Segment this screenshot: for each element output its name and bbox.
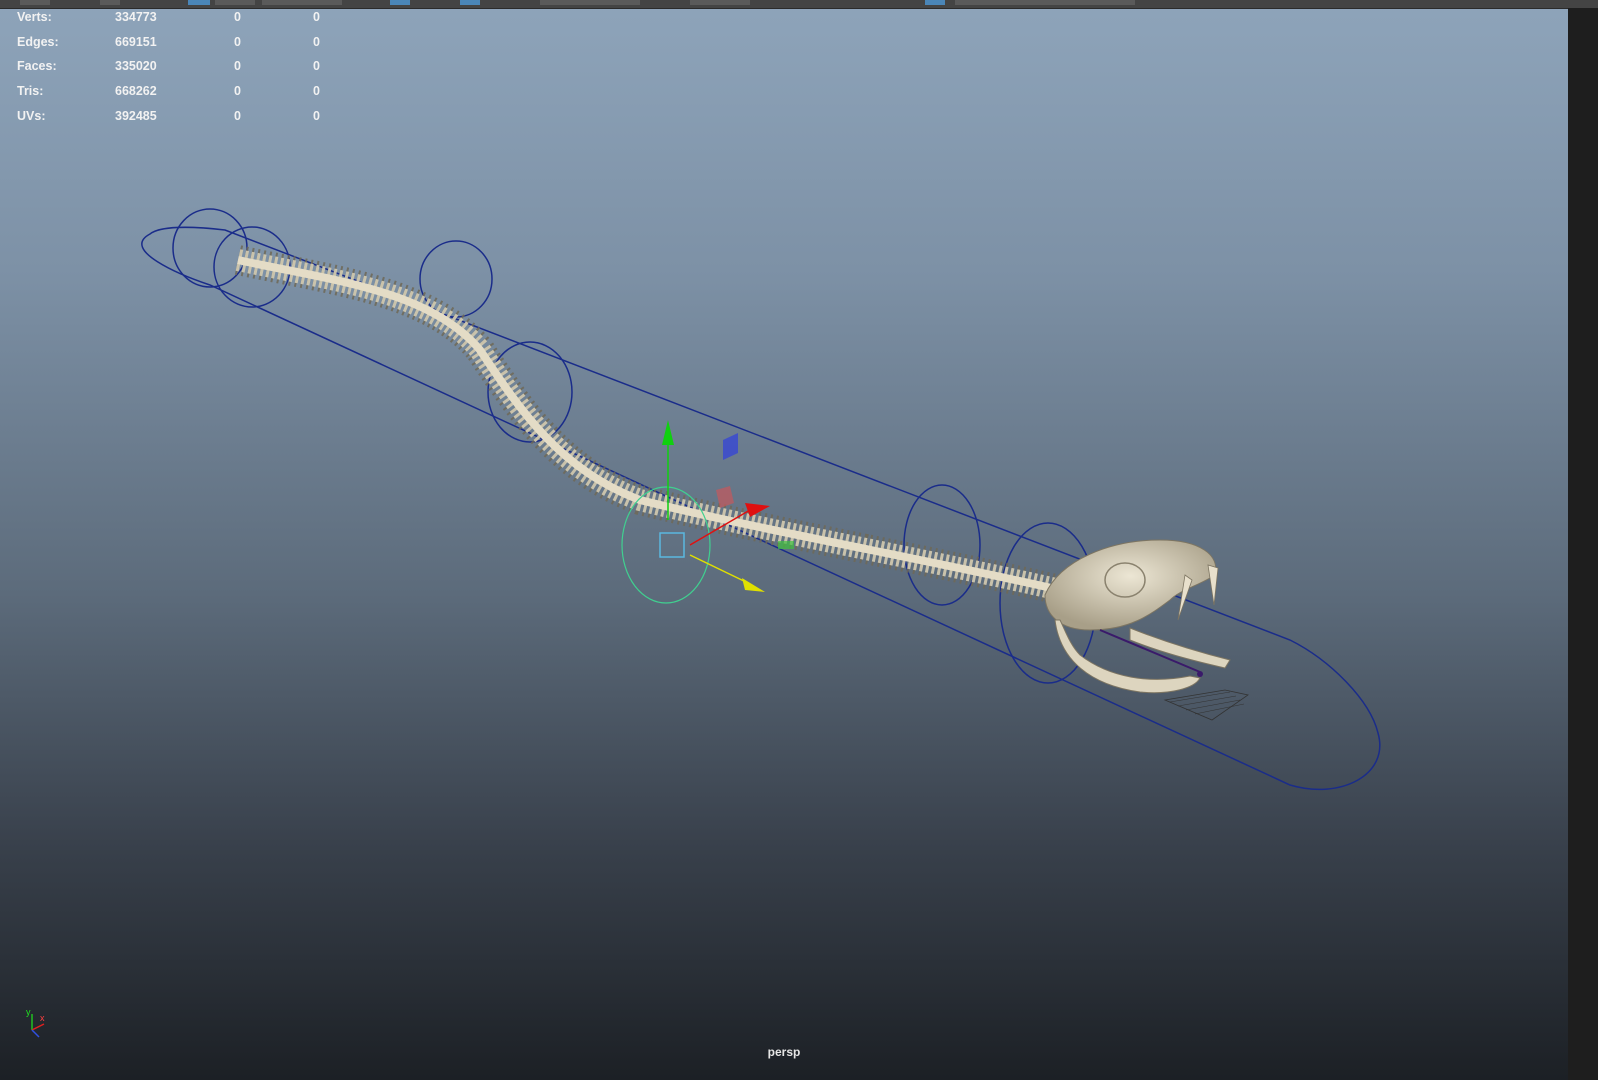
camera-name-label: persp xyxy=(767,1045,801,1059)
axis-label-x: x xyxy=(40,1013,45,1023)
perspective-viewport[interactable]: Verts: 334773 0 0 Edges: 669151 0 0 Faces: 335020… xyxy=(0,0,1598,1080)
scene-canvas xyxy=(141,208,1381,791)
viewport-right-panel xyxy=(1568,8,1598,1080)
y-axis-arrow xyxy=(662,420,674,445)
axis-label-y: y xyxy=(26,1007,31,1017)
plane-handle-blue xyxy=(723,433,738,460)
snake-skeleton-spine[interactable] xyxy=(234,245,1064,605)
snake-skull[interactable] xyxy=(1044,539,1249,721)
spine-control-ring[interactable] xyxy=(419,240,493,318)
view-axis-indicator: y x xyxy=(26,1007,45,1038)
z-axis-arrow xyxy=(742,578,765,592)
plane-handle-green xyxy=(778,541,794,549)
transform-manipulator[interactable] xyxy=(621,420,794,604)
spine-control-ring[interactable] xyxy=(903,484,981,606)
center-handle xyxy=(659,532,685,558)
spine-control-ring[interactable] xyxy=(172,208,248,288)
